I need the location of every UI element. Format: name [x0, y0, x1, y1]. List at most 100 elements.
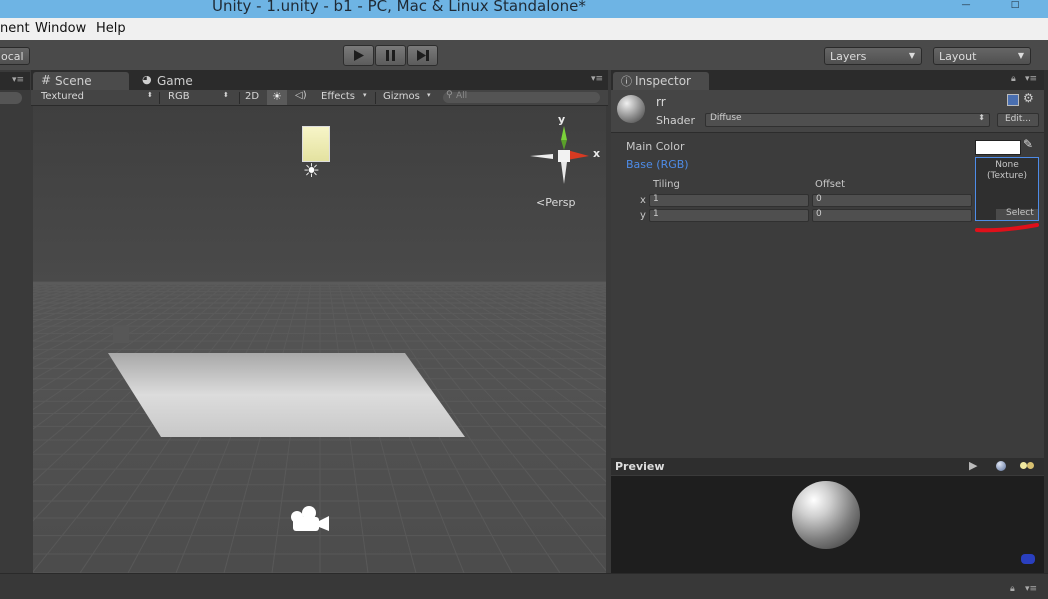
- y-label: y: [640, 210, 646, 221]
- bottom-panel-tabstrip: 🔒︎ ▾≡: [0, 573, 1048, 599]
- hierarchy-search-input[interactable]: [0, 92, 22, 104]
- grid-icon: #: [41, 73, 52, 87]
- render-mode-dropdown[interactable]: Textured ⬍: [35, 90, 157, 105]
- minimize-button[interactable]: —: [945, 0, 987, 12]
- scene-search-input[interactable]: ⚲ All: [443, 90, 600, 103]
- scene-viewport[interactable]: ☀ y x <Persp: [33, 106, 606, 573]
- 2d-toggle[interactable]: 2D: [245, 91, 259, 102]
- search-placeholder: All: [456, 91, 468, 101]
- layout-label: Layout: [939, 50, 977, 63]
- chevron-down-icon: ▾: [363, 91, 367, 99]
- divider: [159, 92, 160, 104]
- offset-y-field[interactable]: 0: [812, 209, 972, 222]
- effects-dropdown[interactable]: Effects ▾: [319, 90, 371, 105]
- lock-icon[interactable]: 🔒︎: [1010, 584, 1015, 594]
- panel-menu-icon[interactable]: ▾≡: [12, 75, 24, 85]
- camera-icon[interactable]: [287, 503, 333, 535]
- status-dots-icon: [1021, 554, 1035, 564]
- tab-scene-label: Scene: [55, 74, 92, 88]
- menu-window[interactable]: Window: [35, 21, 86, 36]
- tab-inspector-label: Inspector: [635, 74, 691, 88]
- layers-label: Layers: [830, 50, 867, 63]
- tiling-x-field[interactable]: 1: [649, 194, 809, 207]
- chevron-down-icon: ▼: [908, 51, 915, 60]
- edit-button-label: Edit...: [1004, 114, 1031, 124]
- color-mode-label: RGB: [168, 91, 190, 102]
- play-button[interactable]: [343, 45, 374, 66]
- light-texture-preview: [302, 126, 330, 162]
- color-mode-dropdown[interactable]: RGB ⬍: [163, 90, 235, 105]
- orientation-gizmo[interactable]: [527, 114, 603, 194]
- tab-game[interactable]: ◕ Game: [135, 72, 225, 90]
- tiling-x-value: 1: [653, 194, 659, 204]
- tab-inspector[interactable]: ⓘ Inspector: [613, 72, 709, 90]
- right-edge: [1044, 70, 1048, 573]
- chevron-down-icon: ▼: [1017, 51, 1024, 60]
- panel-menu-icon[interactable]: ▾≡: [1025, 74, 1037, 84]
- tab-game-label: Game: [157, 74, 193, 88]
- hierarchy-panel: ▾≡: [0, 70, 30, 573]
- preview-header: Preview ▶: [611, 458, 1044, 475]
- persp-label[interactable]: <Persp: [536, 196, 575, 209]
- search-icon: ⚲: [446, 90, 453, 100]
- scene-toolbar: Textured ⬍ RGB ⬍ 2D ☀ ◁) Effects ▾ Gizmo…: [31, 90, 608, 106]
- panel-menu-icon[interactable]: ▾≡: [1025, 584, 1037, 594]
- select-button-label: Select: [1006, 208, 1034, 218]
- select-texture-button[interactable]: Select: [996, 208, 1038, 220]
- menu-help[interactable]: Help: [96, 21, 126, 36]
- eyedropper-icon[interactable]: ✎: [1023, 137, 1033, 151]
- preview-area[interactable]: [611, 476, 1044, 573]
- offset-x-field[interactable]: 0: [812, 194, 972, 207]
- edit-shader-button[interactable]: Edit...: [997, 113, 1039, 127]
- gizmos-label: Gizmos: [383, 91, 420, 102]
- tiling-y-field[interactable]: 1: [649, 209, 809, 222]
- gizmo-x-label: x: [593, 147, 601, 160]
- offset-x-value: 0: [816, 194, 822, 204]
- tiling-label: Tiling: [653, 179, 680, 190]
- persp-text: Persp: [545, 196, 576, 209]
- gizmos-dropdown[interactable]: Gizmos ▾: [381, 90, 437, 105]
- x-label: x: [640, 195, 646, 206]
- divider: [239, 92, 240, 104]
- help-book-icon[interactable]: [1007, 94, 1019, 106]
- texture-slot[interactable]: None (Texture) Select: [975, 157, 1039, 221]
- material-name: rr: [656, 95, 666, 109]
- light-toggle-icon[interactable]: [1020, 462, 1027, 469]
- updown-icon: ⬍: [223, 91, 229, 99]
- inspector-tabstrip: ⓘ Inspector 🔒︎ ▾≡: [611, 70, 1044, 90]
- menu-component[interactable]: nent: [0, 21, 30, 36]
- maximize-button[interactable]: □: [994, 0, 1036, 12]
- main-color-swatch[interactable]: [975, 140, 1021, 155]
- tiling-y-value: 1: [653, 209, 659, 219]
- play-preview-icon[interactable]: ▶: [969, 459, 977, 472]
- gear-icon[interactable]: ⚙: [1023, 91, 1034, 105]
- layers-dropdown[interactable]: Layers ▼: [824, 47, 922, 65]
- pause-button[interactable]: [375, 45, 406, 66]
- pivot-local-toggle[interactable]: ocal: [0, 47, 30, 65]
- step-button[interactable]: [407, 45, 438, 66]
- audio-toggle[interactable]: ◁): [295, 90, 307, 101]
- shader-dropdown[interactable]: Diffuse ⬍: [705, 113, 990, 127]
- material-sphere-icon: [617, 95, 645, 123]
- tab-scene[interactable]: # Scene: [33, 72, 129, 90]
- updown-icon: ⬍: [147, 91, 153, 99]
- base-texture-label: Base (RGB): [626, 158, 689, 171]
- texture-slot-type: (Texture): [987, 171, 1027, 181]
- light-icon[interactable]: ☀: [303, 160, 320, 182]
- panel-menu-icon[interactable]: ▾≡: [591, 74, 603, 84]
- lock-icon[interactable]: 🔒︎: [1011, 74, 1016, 84]
- divider: [375, 92, 376, 104]
- game-icon: ◕: [142, 73, 152, 86]
- light-toggle-icon-2: [1027, 462, 1034, 469]
- offset-label: Offset: [815, 179, 846, 190]
- offset-y-value: 0: [816, 209, 822, 219]
- info-icon: ⓘ: [621, 75, 632, 88]
- title-bar: Unity - 1.unity - b1 - PC, Mac & Linux S…: [0, 0, 1048, 18]
- layout-dropdown[interactable]: Layout ▼: [933, 47, 1031, 65]
- shader-label: Shader: [656, 114, 695, 127]
- scene-tabstrip: # Scene ◕ Game ▾≡: [31, 70, 608, 90]
- preview-sphere-icon[interactable]: [996, 461, 1006, 471]
- cube-object: [113, 326, 129, 343]
- render-mode-label: Textured: [41, 91, 84, 102]
- scene-lighting-toggle[interactable]: ☀: [267, 90, 287, 105]
